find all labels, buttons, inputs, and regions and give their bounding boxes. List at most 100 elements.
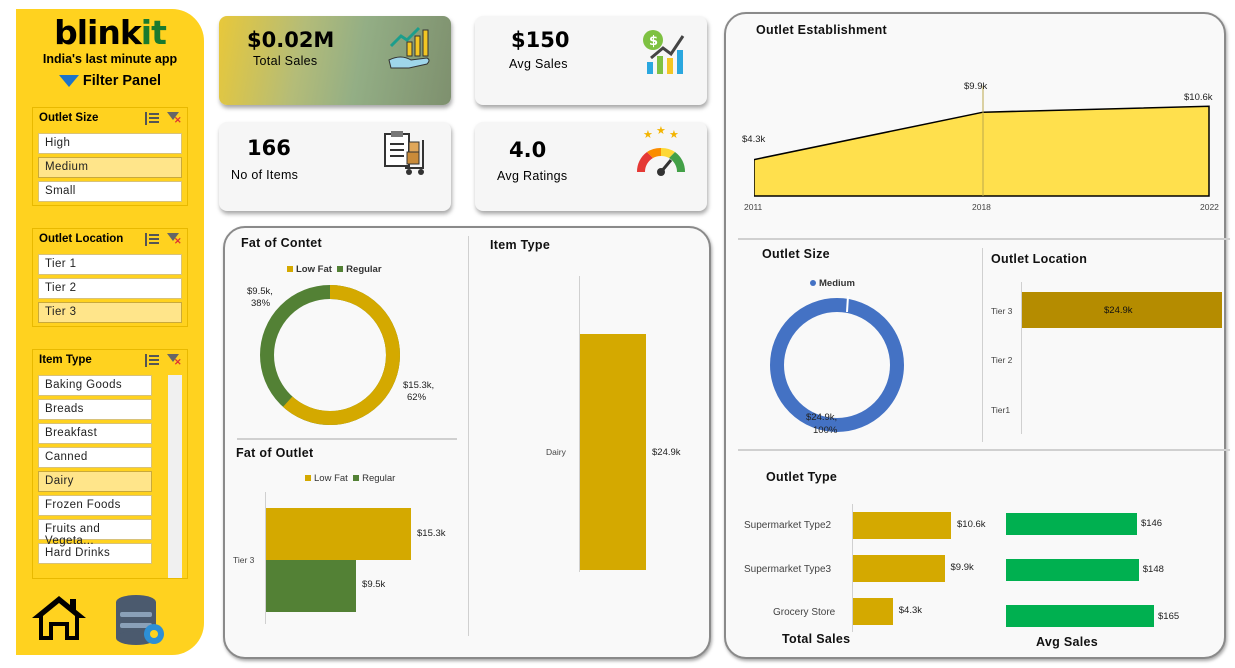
multi-select-icon[interactable]	[145, 233, 159, 246]
bar-avg-supermarket-type3	[1006, 559, 1139, 581]
svg-text:$: $	[649, 34, 658, 49]
clipboard-cart-icon	[384, 131, 424, 175]
slicer-title: Outlet Location	[39, 233, 124, 245]
data-label-2018: $9.9k	[964, 81, 988, 92]
database-settings-icon[interactable]	[112, 592, 168, 648]
growth-hand-icon	[388, 26, 430, 69]
chart-title-outlet-type: Outlet Type	[766, 470, 838, 484]
slicer-header: Item Type	[33, 350, 187, 372]
panel-outlet-charts: Outlet Establishment $4.3k $9.9k $10.6k …	[724, 12, 1230, 659]
slicer-item-dairy[interactable]: Dairy	[38, 471, 152, 492]
axis-tick-label: Tier 2	[991, 355, 1013, 365]
chart-legend: Low Fat Regular	[305, 473, 395, 484]
slicer-item-tier-1[interactable]: Tier 1	[38, 254, 182, 275]
bar-avg-grocery-store	[1006, 605, 1154, 627]
data-label-low-fat: $15.3k	[417, 528, 446, 539]
axis-tick-label: 2018	[972, 202, 991, 212]
item-type-scrollbar[interactable]	[168, 375, 182, 578]
slicer-item-medium[interactable]: Medium	[38, 157, 182, 178]
legend-swatch	[337, 266, 344, 273]
slicer-outlet-size: Outlet Size High Medium Small	[32, 107, 188, 206]
logo-accent-text: it	[140, 13, 167, 52]
slicer-header: Outlet Size	[33, 108, 187, 130]
data-label-regular: $9.5k,	[247, 286, 273, 297]
logo-main-text: blink	[54, 13, 142, 52]
chart-title-fat-content: Fat of Contet	[241, 236, 322, 250]
data-label-2022: $10.6k	[1184, 92, 1213, 103]
clear-filter-icon[interactable]	[167, 233, 182, 247]
legend-label: Regular	[362, 473, 396, 484]
kpi-total-sales-value: $0.02M	[247, 28, 335, 52]
axis-tick-label: Tier1	[991, 405, 1011, 415]
chart-title-fat-outlet: Fat of Outlet	[236, 446, 314, 460]
slicer-item-tier-2[interactable]: Tier 2	[38, 278, 182, 299]
filter-sidebar: blinkit India's last minute app Filter P…	[16, 9, 204, 655]
bar-dairy	[580, 334, 646, 570]
legend-swatch	[353, 475, 360, 482]
panel-divider	[738, 238, 1230, 240]
panel-divider	[468, 236, 469, 636]
clear-filter-icon[interactable]	[167, 112, 182, 126]
bar-supermarket-type2	[853, 512, 951, 539]
kpi-card-avg-sales: $150 Avg Sales $	[475, 16, 707, 105]
chart-legend: Medium	[810, 278, 855, 289]
kpi-items-value: 166	[247, 136, 291, 160]
chart-title-item-type: Item Type	[490, 238, 551, 252]
slicer-item-hard-drinks[interactable]: Hard Drinks	[38, 543, 152, 564]
data-label-supermarket-type3: $9.9k	[950, 562, 974, 573]
legend-label: Regular	[346, 264, 382, 275]
slicer-item-baking-goods[interactable]: Baking Goods	[38, 375, 152, 396]
kpi-card-items: 166 No of Items	[219, 122, 451, 211]
panel-divider	[237, 438, 457, 440]
area-series	[754, 105, 1210, 197]
multi-select-icon[interactable]	[145, 354, 159, 367]
brand-tagline: India's last minute app	[42, 52, 178, 66]
data-label-tier-3: $24.9k	[1104, 305, 1133, 316]
slicer-item-high[interactable]: High	[38, 133, 182, 154]
data-label-dairy: $24.9k	[652, 447, 681, 458]
money-chart-icon: $	[643, 30, 685, 74]
chart-title-outlet-size: Outlet Size	[762, 247, 830, 261]
legend-label: Low Fat	[314, 473, 348, 484]
legend-swatch	[305, 475, 311, 482]
data-label-regular-pct: 38%	[251, 298, 271, 309]
slicer-title: Outlet Size	[39, 112, 99, 124]
brand-logo: blinkit	[16, 13, 204, 52]
kpi-avg-sales-label: Avg Sales	[509, 57, 568, 71]
data-label-avg-supermarket-type2: $146	[1140, 518, 1163, 529]
legend-label: Low Fat	[296, 264, 332, 275]
slicer-item-fruits[interactable]: Fruits and Vegeta...	[38, 519, 152, 547]
slicer-item-canned[interactable]: Canned	[38, 447, 152, 468]
panel-divider	[982, 248, 983, 442]
axis-title-total-sales: Total Sales	[782, 632, 851, 646]
slicer-item-tier-3[interactable]: Tier 3	[38, 302, 182, 323]
donut-slice-gap	[846, 295, 849, 313]
data-label-avg-grocery-store: $165	[1158, 611, 1180, 622]
chart-legend: Low Fat Regular	[287, 264, 382, 275]
slicer-item-small[interactable]: Small	[38, 181, 182, 202]
donut-slice-medium	[770, 298, 904, 432]
svg-text:★: ★	[656, 126, 666, 137]
slicer-item-frozen-foods[interactable]: Frozen Foods	[38, 495, 152, 516]
item-type-list: Baking Goods Breads Breakfast Canned Dai…	[33, 375, 157, 564]
funnel-icon	[58, 75, 79, 88]
slicer-item-breads[interactable]: Breads	[38, 399, 152, 420]
bar-regular	[266, 560, 357, 612]
slicer-item-breakfast[interactable]: Breakfast	[38, 423, 152, 444]
slicer-item-type: Item Type Baking Goods Breads Breakfast …	[32, 349, 188, 579]
slicer-title: Item Type	[39, 354, 92, 366]
home-icon[interactable]	[30, 594, 88, 642]
data-label-medium: $24.9k,	[806, 412, 838, 423]
panel-fat-item-charts: Fat of Contet Low Fat Regular $9.5k, 38%…	[223, 226, 711, 659]
axis-tick-label: Dairy	[546, 447, 566, 457]
data-label-supermarket-type2: $10.6k	[957, 519, 986, 530]
axis-tick-label: 2011	[744, 202, 763, 212]
slicer-outlet-location: Outlet Location Tier 1 Tier 2 Tier 3	[32, 228, 188, 327]
chart-title-outlet-establishment: Outlet Establishment	[756, 23, 888, 37]
multi-select-icon[interactable]	[145, 112, 159, 125]
clear-filter-icon[interactable]	[167, 354, 182, 368]
bar-supermarket-type3	[853, 555, 945, 582]
kpi-items-label: No of Items	[231, 168, 299, 182]
axis-tick-label: Supermarket Type2	[744, 520, 832, 531]
kpi-avg-sales-value: $150	[511, 28, 570, 52]
